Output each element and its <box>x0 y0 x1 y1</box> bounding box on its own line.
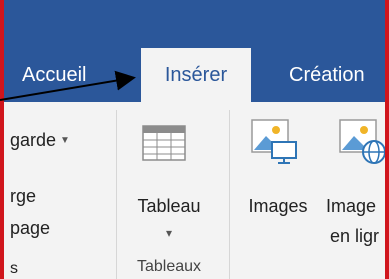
tab-creation[interactable]: Création <box>289 48 385 102</box>
pages-group-label: s <box>10 260 18 277</box>
images-button-label[interactable]: Images <box>238 196 318 217</box>
tableau-button-label[interactable]: Tableau <box>124 196 214 217</box>
page-break-button[interactable]: page <box>10 218 50 239</box>
picture-computer-icon[interactable] <box>250 118 300 171</box>
title-strip <box>4 0 385 48</box>
group-separator <box>229 110 230 279</box>
tableau-dropdown-icon[interactable]: ▾ <box>124 226 214 240</box>
online-images-label-line1[interactable]: Image <box>326 196 385 217</box>
ribbon-body <box>4 102 385 279</box>
ribbon-tab-bar: Accueil Insérer Création <box>4 48 385 102</box>
tableaux-group-label: Tableaux <box>136 258 202 275</box>
blank-page-button[interactable]: rge <box>10 186 36 207</box>
tab-accueil[interactable]: Accueil <box>22 48 132 102</box>
online-images-label-line2[interactable]: en ligr <box>330 226 385 247</box>
tab-inserer[interactable]: Insérer <box>141 48 251 102</box>
table-icon[interactable] <box>142 125 186 166</box>
picture-globe-icon[interactable] <box>338 118 385 171</box>
group-separator <box>116 110 117 279</box>
dropdown-caret-icon: ▼ <box>60 135 70 146</box>
page-de-garde-label: garde <box>10 130 57 150</box>
screenshot-frame: Accueil Insérer Création garde ▼ rge page… <box>0 0 389 279</box>
page-de-garde-button[interactable]: garde ▼ <box>10 130 70 151</box>
